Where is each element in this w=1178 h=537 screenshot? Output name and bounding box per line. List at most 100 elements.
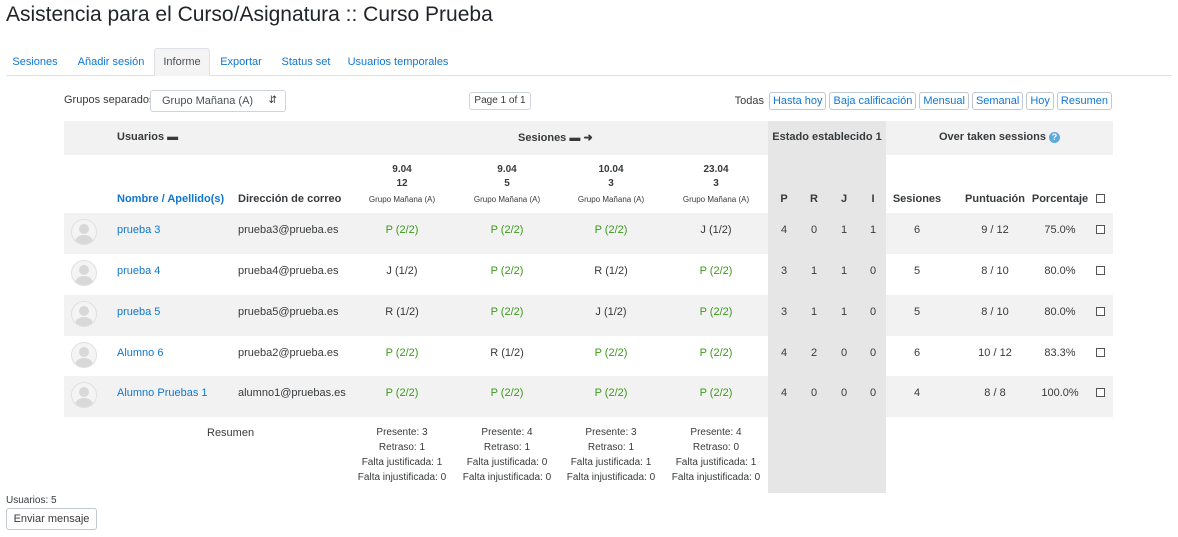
session-group: Grupo Mañana (A) (682, 195, 750, 204)
filter-resumen-button[interactable]: Resumen (1056, 92, 1112, 110)
page-title: Asistencia para el Curso/Asignatura :: C… (6, 3, 493, 26)
users-count: Usuarios: 5 (6, 495, 57, 506)
summary-line: Retraso: 1 (483, 442, 531, 453)
user-name-link[interactable]: Alumno Pruebas 1 (117, 387, 208, 399)
arrow-right-icon[interactable]: ➜ (583, 132, 592, 144)
sesiones-header[interactable]: Sesiones ▬ ➜ (518, 131, 593, 144)
status-column-header: R (810, 193, 818, 205)
session-date: 9.04 (497, 164, 517, 175)
session-group: Grupo Mañana (A) (473, 195, 541, 204)
porcentaje-value: 80.0% (1044, 265, 1076, 277)
status-count: 2 (810, 347, 818, 359)
tab-status-set[interactable]: Status set (278, 49, 334, 75)
session-status: P (2/2) (699, 387, 733, 399)
select-caret-icon: ⇵ (268, 95, 277, 106)
status-count: 4 (780, 347, 788, 359)
tab-anadir-sesion[interactable]: Añadir sesión (72, 49, 150, 75)
summary-label: Resumen (207, 427, 255, 439)
sesiones-value: 6 (913, 347, 921, 359)
summary-line: Retraso: 1 (378, 442, 426, 453)
session-summary: Presente: 3 Retraso: 1 Falta justificada: … (352, 425, 452, 485)
session-group: Grupo Mañana (A) (368, 195, 436, 204)
group-select[interactable]: Grupo Mañana (A) ⇵ (150, 90, 286, 112)
collapse-icon[interactable]: ▬ (569, 132, 580, 144)
session-status: P (2/2) (699, 347, 733, 359)
status-count: 4 (780, 387, 788, 399)
session-date: 9.04 (392, 164, 412, 175)
select-all-checkbox[interactable] (1096, 194, 1105, 203)
filter-mensual-button[interactable]: Mensual (919, 92, 969, 110)
summary-line: Presente: 4 (690, 427, 742, 438)
summary-line: Falta justificada: 0 (466, 457, 548, 468)
user-name-link[interactable]: prueba 4 (117, 265, 160, 277)
status-count: 1 (840, 224, 848, 236)
avatar (71, 301, 97, 327)
session-status: P (2/2) (490, 387, 524, 399)
filter-hasta-hoy-button[interactable]: Hasta hoy (768, 92, 827, 110)
status-count: 0 (840, 387, 848, 399)
avatar (71, 342, 97, 368)
summary-line: Presente: 4 (481, 427, 533, 438)
help-icon[interactable]: ? (1049, 131, 1060, 143)
user-name-link[interactable]: prueba 3 (117, 224, 160, 236)
estado-header: Estado establecido 1 (772, 131, 882, 143)
session-status: P (2/2) (594, 224, 628, 236)
summary-line: Presente: 3 (585, 427, 637, 438)
session-summary: Presente: 4 Retraso: 0 Falta justificada: … (666, 425, 766, 485)
session-status: P (2/2) (490, 224, 524, 236)
session-status: P (2/2) (699, 306, 733, 318)
session-summary: Presente: 3 Retraso: 1 Falta justificada: … (561, 425, 661, 485)
session-status: R (1/2) (490, 347, 524, 359)
session-status: P (2/2) (594, 347, 628, 359)
row-select-checkbox[interactable] (1096, 348, 1105, 357)
session-status: P (2/2) (490, 265, 524, 277)
session-number: 12 (396, 178, 408, 189)
session-status: R (1/2) (385, 306, 419, 318)
tab-informe[interactable]: Informe (154, 48, 210, 76)
session-date: 23.04 (703, 164, 729, 175)
tab-exportar[interactable]: Exportar (216, 49, 266, 75)
user-name-link[interactable]: Alumno 6 (117, 347, 163, 359)
row-select-checkbox[interactable] (1096, 307, 1105, 316)
status-count: 0 (810, 224, 818, 236)
send-message-button[interactable]: Enviar mensaje (6, 508, 97, 530)
usuarios-header[interactable]: Usuarios ▬ (117, 131, 178, 143)
status-count: 3 (780, 265, 788, 277)
session-status: P (2/2) (385, 347, 419, 359)
filter-baja-calificacion-button[interactable]: Baja calificación (829, 92, 917, 110)
attendance-report-table: Usuarios ▬ Sesiones ▬ ➜ Estado estableci… (64, 121, 1113, 493)
session-group: Grupo Mañana (A) (577, 195, 645, 204)
tab-usuarios-temporales[interactable]: Usuarios temporales (346, 49, 450, 75)
row-select-checkbox[interactable] (1096, 388, 1105, 397)
view-filters: Todas Hasta hoy Baja calificación Mensua… (735, 92, 1112, 110)
session-status: J (1/2) (595, 306, 627, 318)
session-status: P (2/2) (385, 224, 419, 236)
session-status: P (2/2) (385, 387, 419, 399)
porcentaje-value: 75.0% (1044, 224, 1076, 236)
porcentaje-value: 100.0% (1041, 387, 1079, 399)
user-name-link[interactable]: prueba 5 (117, 306, 160, 318)
group-select-value: Grupo Mañana (A) (162, 95, 254, 107)
collapse-icon[interactable]: ▬ (167, 131, 178, 143)
user-email: prueba2@prueba.es (238, 347, 339, 359)
sort-name-link[interactable]: Nombre / Apellido(s) (117, 193, 224, 205)
row-select-checkbox[interactable] (1096, 225, 1105, 234)
filter-todas[interactable]: Todas (735, 95, 764, 107)
filter-hoy-button[interactable]: Hoy (1026, 92, 1054, 110)
summary-line: Falta injustificada: 0 (566, 472, 656, 483)
status-count: 4 (780, 224, 788, 236)
summary-line: Retraso: 0 (692, 442, 740, 453)
status-count: 0 (810, 387, 818, 399)
row-select-checkbox[interactable] (1096, 266, 1105, 275)
summary-line: Falta injustificada: 0 (357, 472, 447, 483)
status-column-header: P (780, 193, 788, 205)
sesiones-value: 5 (913, 306, 921, 318)
porcentaje-value: 80.0% (1044, 306, 1076, 318)
over-column-header: Sesiones (892, 193, 942, 205)
user-email: prueba5@prueba.es (238, 306, 339, 318)
summary-line: Falta justificada: 1 (361, 457, 443, 468)
tab-sesiones[interactable]: Sesiones (6, 49, 64, 75)
status-count: 3 (780, 306, 788, 318)
filter-semanal-button[interactable]: Semanal (971, 92, 1024, 110)
status-count: 1 (810, 306, 818, 318)
